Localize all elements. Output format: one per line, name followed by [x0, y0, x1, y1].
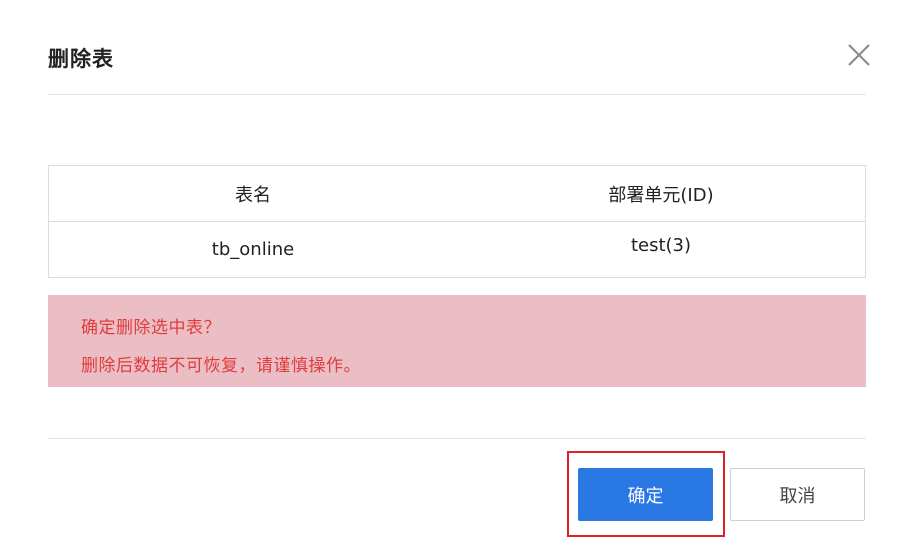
column-header-deploy-unit: 部署单元(ID) — [608, 184, 714, 206]
column-header-table-name: 表名 — [235, 184, 271, 206]
header-divider — [48, 94, 866, 95]
warning-box: 确定删除选中表？ 删除后数据不可恢复，请谨慎操作。 — [48, 295, 866, 387]
dialog-title: 删除表 — [48, 47, 114, 71]
table-list: 表名 部署单元(ID) tb_online test(3) — [48, 165, 866, 278]
close-icon — [848, 44, 870, 66]
warning-irreversible-text: 删除后数据不可恢复，请谨慎操作。 — [81, 356, 361, 376]
footer-divider — [48, 438, 866, 439]
confirm-button[interactable]: 确定 — [578, 468, 713, 521]
delete-table-dialog: 删除表 表名 部署单元(ID) tb_online test(3) 确定删除选中… — [0, 0, 898, 545]
cell-table-name: tb_online — [211, 239, 295, 260]
table-row: tb_online test(3) — [49, 221, 865, 277]
cell-deploy-unit: test(3) — [630, 235, 692, 256]
table-header-row: 表名 部署单元(ID) — [49, 166, 865, 221]
warning-confirm-text: 确定删除选中表？ — [81, 318, 221, 338]
close-button[interactable] — [842, 38, 876, 72]
page: 删除表 表名 部署单元(ID) tb_online test(3) 确定删除选中… — [0, 0, 898, 545]
cancel-button[interactable]: 取消 — [730, 468, 865, 521]
